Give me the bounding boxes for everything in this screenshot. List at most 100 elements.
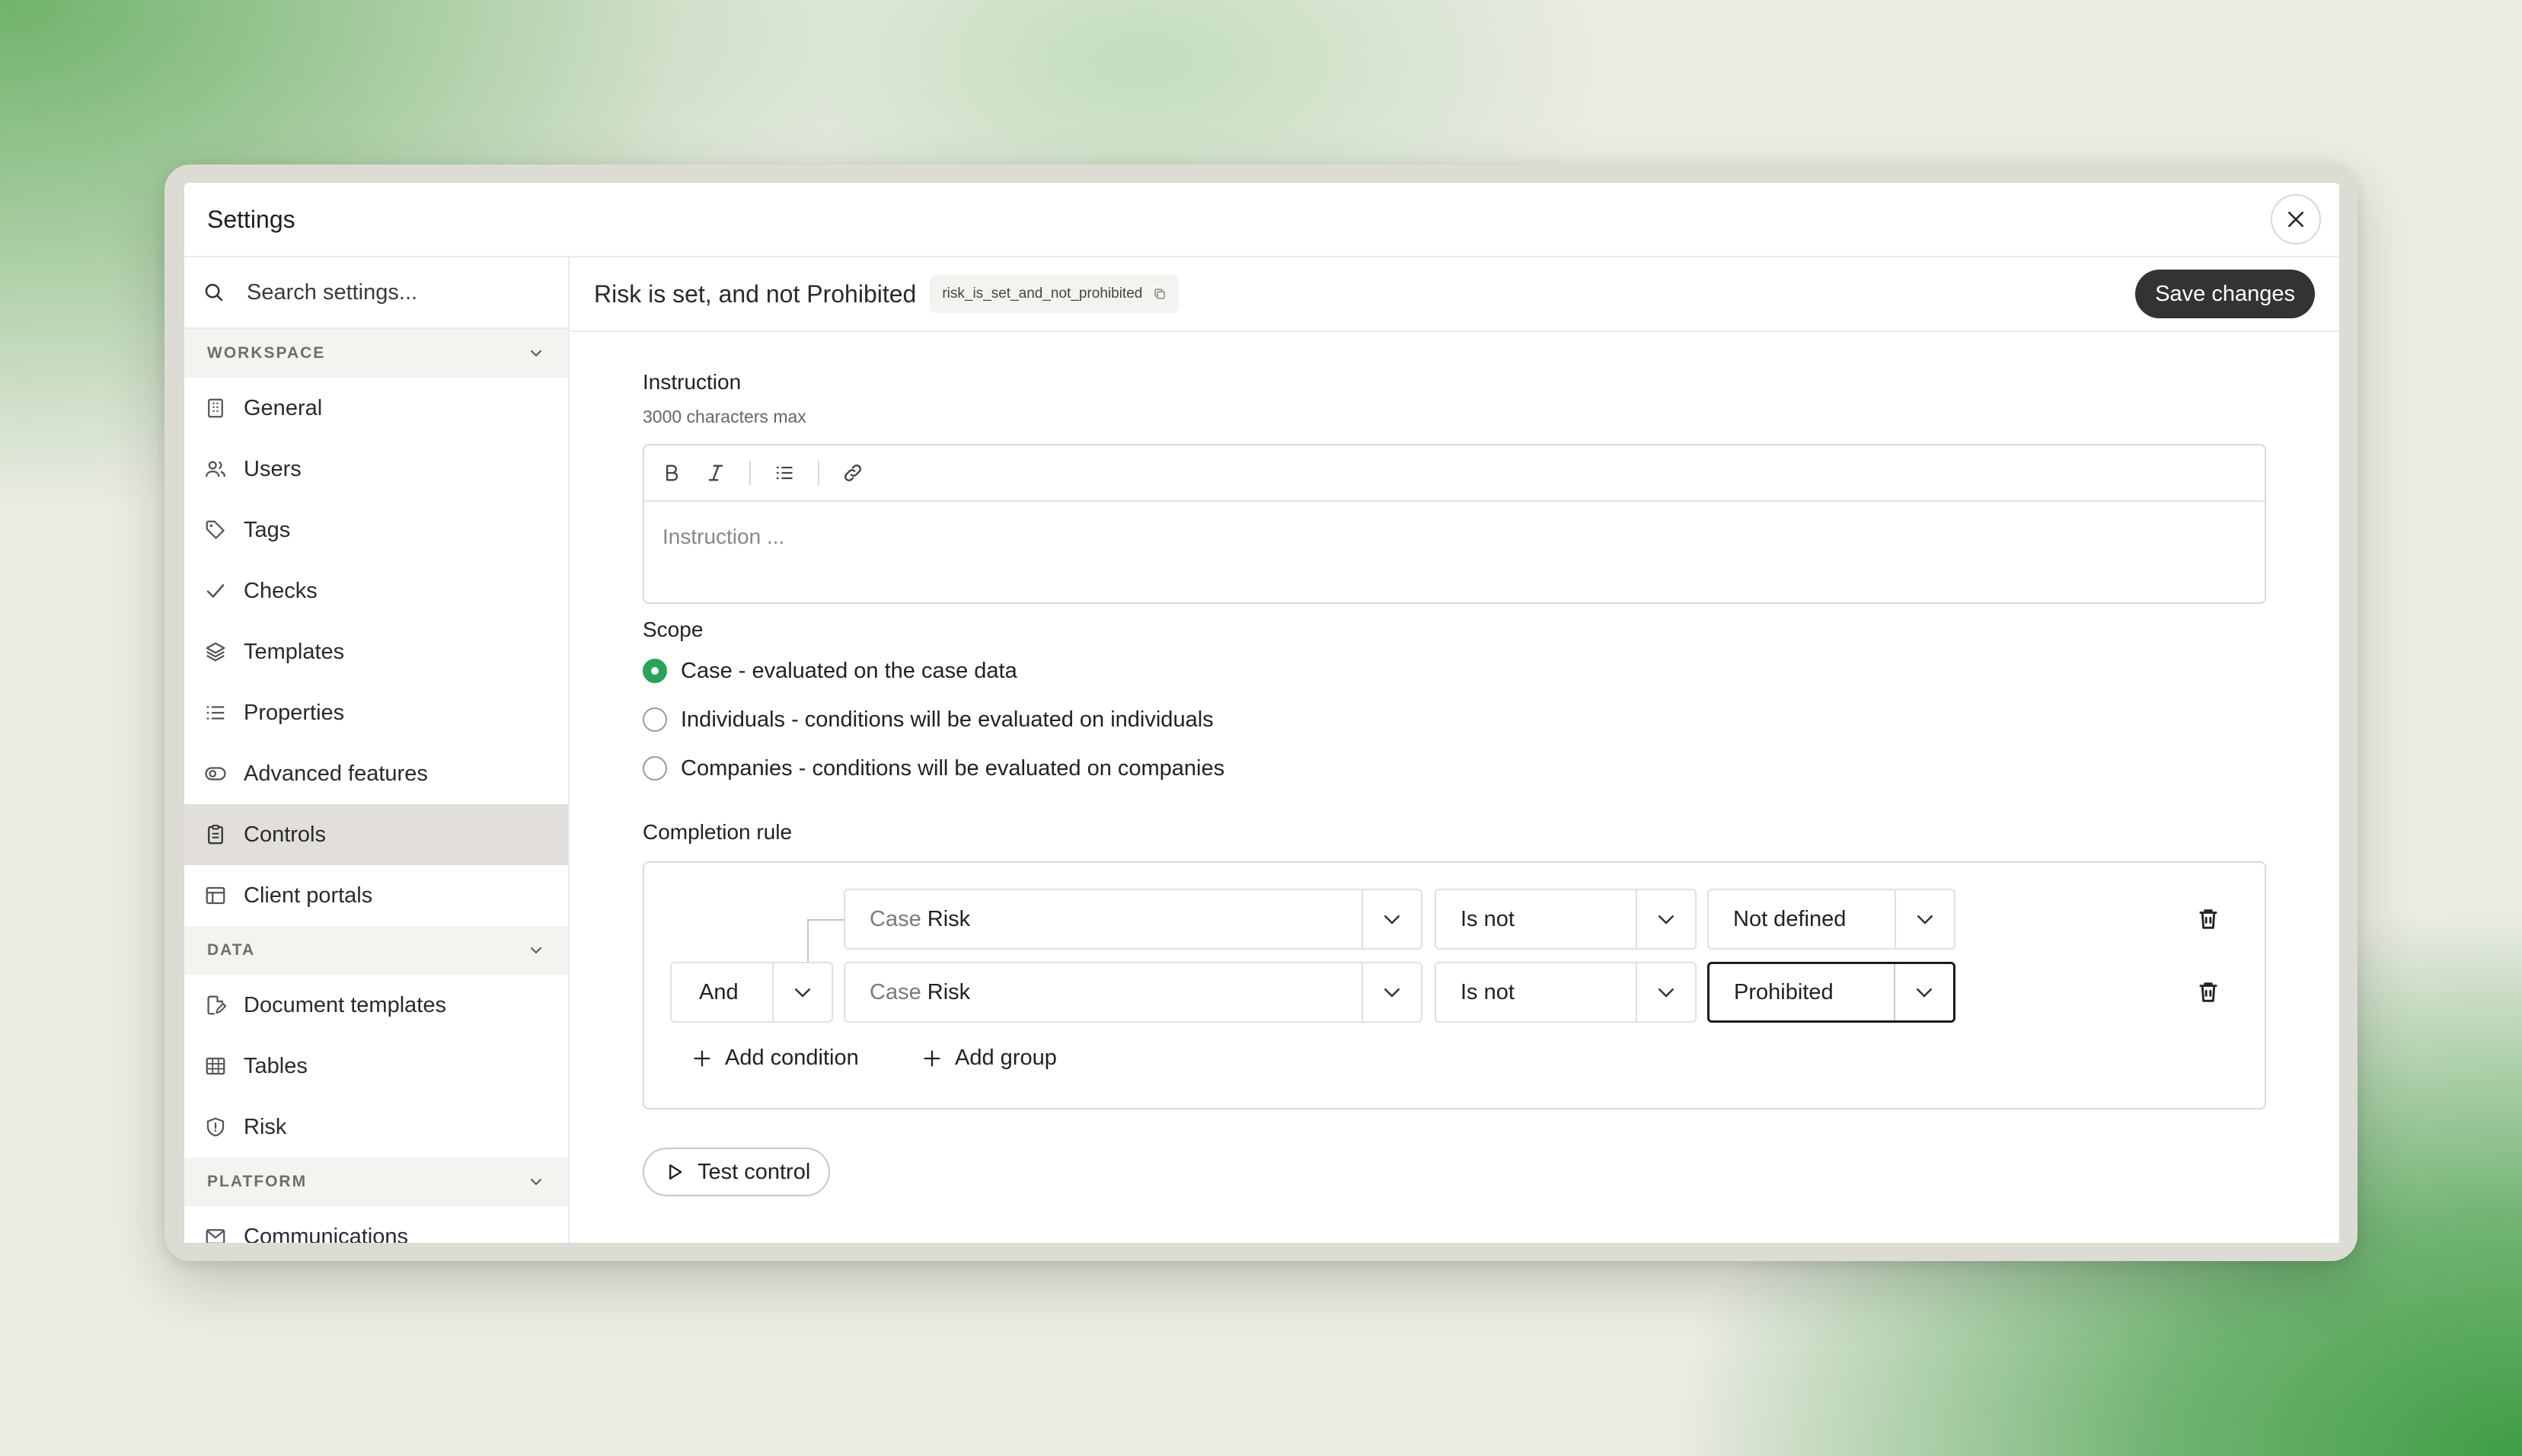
building-icon (208, 398, 223, 418)
settings-sidebar: WORKSPACE General Users Tags Checks (184, 257, 570, 1243)
dialog-title: Settings (207, 205, 295, 233)
bullet-list-icon[interactable] (774, 462, 795, 484)
chevron-down-icon[interactable] (1636, 963, 1695, 1021)
group-operator-value: And (699, 979, 739, 1004)
scope-option-label: Case - evaluated on the case data (681, 658, 1017, 683)
section-title: WORKSPACE (207, 344, 326, 362)
sidebar-item-risk[interactable]: Risk (184, 1097, 568, 1157)
field-select-value: Case Risk (870, 906, 971, 931)
sidebar-item-label: Advanced features (244, 761, 428, 786)
group-operator-select[interactable]: And (670, 962, 833, 1023)
comparator-select-value: Is not (1461, 979, 1515, 1004)
chevron-down-icon[interactable] (1362, 890, 1421, 948)
scope-option-label: Companies - conditions will be evaluated… (681, 755, 1225, 781)
sidebar-item-properties[interactable]: Properties (184, 682, 568, 743)
italic-icon[interactable] (705, 462, 726, 484)
chevron-down-icon[interactable] (1636, 890, 1695, 948)
sidebar-item-checks[interactable]: Checks (184, 560, 568, 621)
sidebar-item-label: General (244, 395, 323, 420)
chevron-down-icon (531, 350, 541, 357)
table-icon (206, 1057, 225, 1075)
save-button[interactable]: Save changes (2135, 270, 2315, 318)
scope-option-label: Individuals - conditions will be evaluat… (681, 707, 1214, 732)
sidebar-item-client-portals[interactable]: Client portals (184, 865, 568, 926)
delete-condition-button[interactable] (2193, 977, 2224, 1007)
control-form: Instruction 3000 characters max Instruct… (570, 332, 2339, 1196)
sidebar-item-document-templates[interactable]: Document templates (184, 975, 568, 1036)
radio-button[interactable] (643, 707, 667, 732)
layout-icon (206, 886, 225, 905)
value-select[interactable]: Prohibited (1707, 962, 1955, 1023)
document-edit-icon (207, 995, 227, 1015)
chevron-down-icon[interactable] (1894, 964, 1953, 1020)
close-button[interactable] (2271, 194, 2321, 244)
sidebar-item-controls[interactable]: Controls (184, 804, 568, 865)
instruction-hint: 3000 characters max (643, 407, 806, 426)
toolbar-divider (818, 461, 819, 485)
instruction-editor: Instruction ... (643, 444, 2266, 604)
control-header: Risk is set, and not Prohibited risk_is_… (570, 257, 2339, 332)
chevron-down-icon[interactable] (1362, 963, 1421, 1021)
test-control-button[interactable]: Test control (643, 1148, 831, 1196)
completion-rule-builder: Case Risk Is not Not defined And Case Ri… (643, 861, 2266, 1110)
search-input[interactable] (247, 279, 536, 305)
sidebar-item-general[interactable]: General (184, 378, 568, 439)
page-title: Risk is set, and not Prohibited (594, 279, 917, 308)
sidebar-item-label: Document templates (244, 992, 446, 1017)
add-condition-label: Add condition (725, 1046, 859, 1070)
clipboard-icon (208, 825, 223, 845)
copy-icon[interactable] (1153, 287, 1167, 301)
layers-icon (206, 642, 225, 662)
value-select[interactable]: Not defined (1707, 889, 1955, 950)
instruction-label: Instruction (643, 370, 742, 394)
instruction-input[interactable]: Instruction ... (644, 502, 2265, 572)
field-select[interactable]: Case Risk (844, 962, 1422, 1023)
comparator-select[interactable]: Is not (1435, 962, 1697, 1023)
field-select[interactable]: Case Risk (844, 889, 1422, 950)
list-icon (206, 706, 225, 720)
test-control-label: Test control (698, 1159, 811, 1184)
settings-dialog: Settings WORKSPACE General Users (184, 183, 2339, 1243)
editor-toolbar (644, 445, 2265, 502)
sidebar-item-tags[interactable]: Tags (184, 500, 568, 560)
section-workspace[interactable]: WORKSPACE (184, 329, 568, 378)
control-slug[interactable]: risk_is_set_and_not_prohibited (930, 275, 1180, 313)
chevron-down-icon[interactable] (772, 963, 832, 1021)
bold-icon[interactable] (661, 462, 682, 484)
link-icon[interactable] (842, 462, 864, 484)
sidebar-item-advanced-features[interactable]: Advanced features (184, 743, 568, 804)
completion-rule-label: Completion rule (643, 820, 793, 844)
mail-icon (206, 1229, 225, 1243)
section-title: PLATFORM (207, 1173, 308, 1190)
toolbar-divider (749, 461, 751, 485)
add-group-button[interactable]: Add group (921, 1046, 1057, 1071)
control-editor: Risk is set, and not Prohibited risk_is_… (570, 257, 2339, 1243)
scope-options: Case - evaluated on the case data Indivi… (643, 647, 2266, 793)
sidebar-item-label: Risk (244, 1114, 287, 1139)
comparator-select-value: Is not (1461, 906, 1515, 931)
radio-button[interactable] (643, 756, 667, 781)
sidebar-item-users[interactable]: Users (184, 439, 568, 500)
scope-option-individuals[interactable]: Individuals - conditions will be evaluat… (643, 695, 2266, 744)
chevron-down-icon[interactable] (1895, 890, 1954, 948)
sidebar-item-tables[interactable]: Tables (184, 1036, 568, 1097)
add-condition-button[interactable]: Add condition (691, 1046, 859, 1071)
comparator-select[interactable]: Is not (1435, 889, 1697, 950)
scope-option-companies[interactable]: Companies - conditions will be evaluated… (643, 744, 2266, 793)
sidebar-item-communications[interactable]: Communications (184, 1206, 568, 1243)
section-platform[interactable]: PLATFORM (184, 1157, 568, 1206)
search-bar (184, 257, 568, 329)
section-title: DATA (207, 941, 256, 959)
radio-button-selected[interactable] (643, 659, 667, 683)
sidebar-item-label: Tables (244, 1053, 308, 1078)
section-data[interactable]: DATA (184, 926, 568, 975)
plus-icon (924, 1050, 940, 1066)
scope-option-case[interactable]: Case - evaluated on the case data (643, 647, 2266, 695)
sidebar-item-label: Templates (244, 639, 345, 664)
sidebar-item-templates[interactable]: Templates (184, 621, 568, 682)
trash-icon (2199, 982, 2217, 1002)
toggle-icon (205, 767, 226, 781)
delete-condition-button[interactable] (2193, 904, 2224, 934)
plus-icon (694, 1050, 710, 1066)
tag-icon (206, 520, 225, 539)
